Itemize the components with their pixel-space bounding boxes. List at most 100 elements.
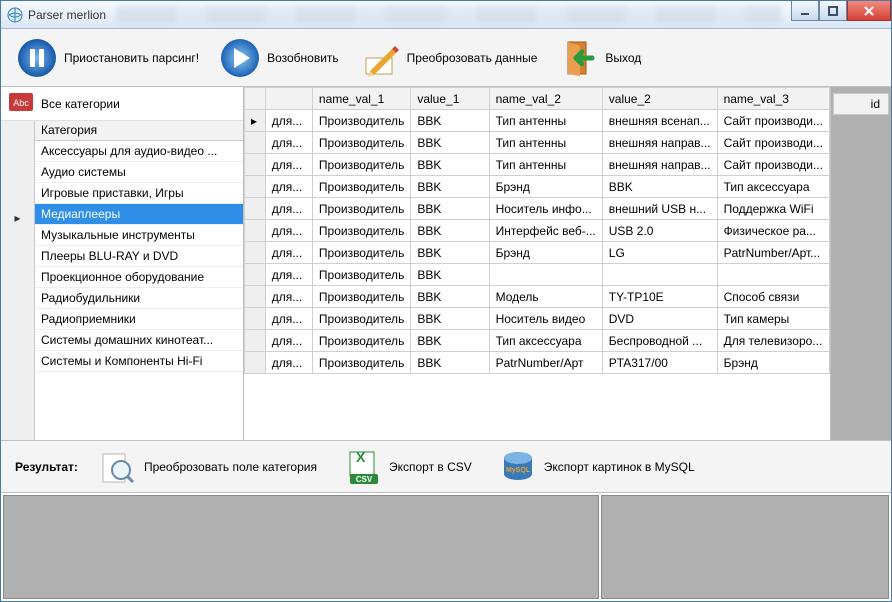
grid-cell[interactable]: Тип камеры <box>717 308 829 330</box>
grid-cell[interactable]: для... <box>265 154 312 176</box>
grid-column-header[interactable] <box>265 88 312 110</box>
grid-cell[interactable] <box>602 264 717 286</box>
category-list[interactable]: Категория Аксессуары для аудио-видео ...… <box>35 121 243 440</box>
category-column-header[interactable]: Категория <box>35 121 243 141</box>
export-csv-button[interactable]: XCSV Экспорт в CSV <box>337 445 478 489</box>
grid-row[interactable]: для...ПроизводительBBKНоситель видеоDVDТ… <box>245 308 830 330</box>
grid-cell[interactable]: Тип антенны <box>489 110 602 132</box>
category-row[interactable]: Системы и Компоненты Hi-Fi <box>35 351 243 372</box>
grid-row[interactable]: ▸для...ПроизводительBBKТип антеннывнешня… <box>245 110 830 132</box>
grid-row[interactable]: для...ПроизводительBBKPatrNumber/АртPTA3… <box>245 352 830 374</box>
grid-cell[interactable]: BBK <box>411 132 489 154</box>
grid-column-header[interactable]: name_val_1 <box>312 88 410 110</box>
grid-cell[interactable]: Брэнд <box>717 352 829 374</box>
grid-cell[interactable]: BBK <box>602 176 717 198</box>
grid-cell[interactable]: Брэнд <box>489 176 602 198</box>
transform-field-button[interactable]: Преоброзовать поле категория <box>92 445 323 489</box>
grid-cell[interactable]: для... <box>265 242 312 264</box>
grid-cell[interactable]: Сайт производи... <box>717 154 829 176</box>
exit-button[interactable]: Выход <box>548 32 650 84</box>
data-grid[interactable]: name_val_1value_1name_val_2value_2name_v… <box>244 87 830 440</box>
grid-cell[interactable]: для... <box>265 132 312 154</box>
grid-cell[interactable]: Носитель инфо... <box>489 198 602 220</box>
grid-cell[interactable]: BBK <box>411 352 489 374</box>
grid-row[interactable]: для...ПроизводительBBKМодельTY-TP10EСпос… <box>245 286 830 308</box>
transform-data-button[interactable]: Преоброзовать данные <box>350 32 547 84</box>
grid-cell[interactable] <box>489 264 602 286</box>
category-row[interactable]: Радиобудильники <box>35 288 243 309</box>
grid-cell[interactable]: PatrNumber/Арт <box>489 352 602 374</box>
grid-cell[interactable]: BBK <box>411 264 489 286</box>
grid-cell[interactable]: Производитель <box>312 352 410 374</box>
grid-cell[interactable]: BBK <box>411 308 489 330</box>
grid-cell[interactable]: Производитель <box>312 198 410 220</box>
grid-cell[interactable]: TY-TP10E <box>602 286 717 308</box>
grid-column-header[interactable]: name_val_2 <box>489 88 602 110</box>
id-column-header[interactable]: id <box>833 93 889 115</box>
grid-cell[interactable]: для... <box>265 198 312 220</box>
grid-cell[interactable]: Интерфейс веб-... <box>489 220 602 242</box>
grid-cell[interactable]: для... <box>265 176 312 198</box>
grid-cell[interactable]: Носитель видео <box>489 308 602 330</box>
category-row[interactable]: Аксессуары для аудио-видео ... <box>35 141 243 162</box>
grid-cell[interactable]: для... <box>265 352 312 374</box>
grid-row[interactable]: для...ПроизводительBBKТип антеннывнешняя… <box>245 132 830 154</box>
grid-cell[interactable]: Способ связи <box>717 286 829 308</box>
export-mysql-button[interactable]: MySQL Экспорт картинок в MySQL <box>492 445 701 489</box>
output-panel-left[interactable] <box>3 495 599 599</box>
grid-cell[interactable]: BBK <box>411 242 489 264</box>
grid-cell[interactable]: Производитель <box>312 132 410 154</box>
grid-cell[interactable]: для... <box>265 264 312 286</box>
grid-cell[interactable]: для... <box>265 330 312 352</box>
grid-cell[interactable]: внешняя направ... <box>602 132 717 154</box>
grid-cell[interactable]: Брэнд <box>489 242 602 264</box>
grid-cell[interactable]: Производитель <box>312 242 410 264</box>
category-row[interactable]: Проекционное оборудование <box>35 267 243 288</box>
grid-cell[interactable]: Производитель <box>312 110 410 132</box>
grid-cell[interactable]: Беспроводной ... <box>602 330 717 352</box>
grid-row[interactable]: для...ПроизводительBBKБрэндLGPatrNumber/… <box>245 242 830 264</box>
grid-row[interactable]: для...ПроизводительBBKНоситель инфо...вн… <box>245 198 830 220</box>
grid-cell[interactable]: Тип аксессуара <box>489 330 602 352</box>
grid-cell[interactable]: Производитель <box>312 308 410 330</box>
category-row[interactable]: Радиоприемники <box>35 309 243 330</box>
maximize-button[interactable] <box>819 1 847 21</box>
grid-cell[interactable] <box>717 264 829 286</box>
grid-cell[interactable]: BBK <box>411 220 489 242</box>
grid-row[interactable]: для...ПроизводительBBKБрэндBBKТип аксесс… <box>245 176 830 198</box>
category-row[interactable]: Игровые приставки, Игры <box>35 183 243 204</box>
grid-row[interactable]: для...ПроизводительBBK <box>245 264 830 286</box>
grid-cell[interactable]: Производитель <box>312 330 410 352</box>
grid-cell[interactable]: Сайт производи... <box>717 110 829 132</box>
grid-cell[interactable]: внешняя всенап... <box>602 110 717 132</box>
grid-cell[interactable]: Для телевизоро... <box>717 330 829 352</box>
grid-cell[interactable]: для... <box>265 220 312 242</box>
grid-row[interactable]: для...ПроизводительBBKТип антеннывнешняя… <box>245 154 830 176</box>
category-row[interactable]: Аудио системы <box>35 162 243 183</box>
category-row[interactable]: Музыкальные инструменты <box>35 225 243 246</box>
grid-cell[interactable]: Производитель <box>312 286 410 308</box>
category-row[interactable]: Системы домашних кинотеат... <box>35 330 243 351</box>
grid-cell[interactable]: Тип антенны <box>489 154 602 176</box>
output-panel-right[interactable] <box>601 495 889 599</box>
grid-cell[interactable]: для... <box>265 286 312 308</box>
grid-cell[interactable]: Производитель <box>312 176 410 198</box>
grid-cell[interactable]: Физическое ра... <box>717 220 829 242</box>
close-button[interactable] <box>847 1 891 21</box>
grid-cell[interactable]: DVD <box>602 308 717 330</box>
grid-column-header[interactable]: value_2 <box>602 88 717 110</box>
grid-cell[interactable]: BBK <box>411 154 489 176</box>
grid-cell[interactable]: Поддержка WiFi <box>717 198 829 220</box>
grid-row[interactable]: для...ПроизводительBBKТип аксессуараБесп… <box>245 330 830 352</box>
grid-cell[interactable]: для... <box>265 110 312 132</box>
grid-cell[interactable]: Тип антенны <box>489 132 602 154</box>
category-row[interactable]: Медиаплееры <box>35 204 243 225</box>
grid-cell[interactable]: Сайт производи... <box>717 132 829 154</box>
minimize-button[interactable] <box>791 1 819 21</box>
grid-cell[interactable]: LG <box>602 242 717 264</box>
grid-cell[interactable]: Производитель <box>312 154 410 176</box>
grid-cell[interactable]: PatrNumber/Арт... <box>717 242 829 264</box>
category-row[interactable]: Плееры BLU-RAY и DVD <box>35 246 243 267</box>
grid-cell[interactable]: внешний USB н... <box>602 198 717 220</box>
grid-cell[interactable]: Производитель <box>312 264 410 286</box>
